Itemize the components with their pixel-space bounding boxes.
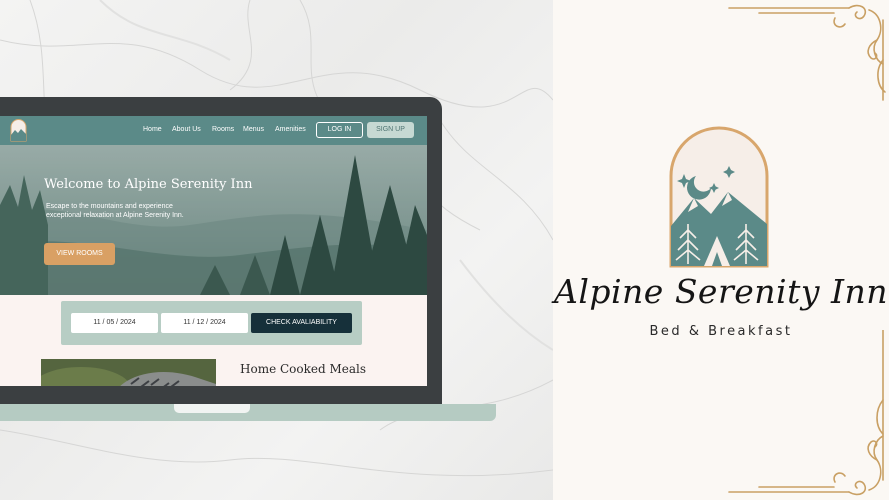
ornament-top-right-icon <box>728 4 886 101</box>
nav-link-menus[interactable]: Menus <box>243 126 264 133</box>
checkin-date-field[interactable]: 11 / 05 / 2024 <box>71 313 158 333</box>
check-availability-button[interactable]: CHECK AVALIABILITY <box>251 313 352 333</box>
hero-title: Welcome to Alpine Serenity Inn <box>44 177 253 192</box>
nav-link-home[interactable]: Home <box>143 126 162 133</box>
hero-forest-image <box>0 145 427 295</box>
meal-image <box>41 359 216 386</box>
nav-link-about[interactable]: About Us <box>172 126 201 133</box>
brand-title: Alpine Serenity Inn <box>553 272 889 311</box>
ornament-bottom-right-icon <box>728 330 884 496</box>
booking-bar: 11 / 05 / 2024 11 / 12 / 2024 CHECK AVAL… <box>61 301 362 345</box>
signup-button[interactable]: SIGN UP <box>367 122 414 138</box>
laptop-notch <box>174 404 250 413</box>
brand-panel: Alpine Serenity Inn Bed & Breakfast <box>553 0 889 500</box>
brand-emblem-icon <box>669 126 769 268</box>
checkout-date-field[interactable]: 11 / 12 / 2024 <box>161 313 248 333</box>
meals-heading: Home Cooked Meals <box>240 362 367 376</box>
hero-text: Escape to the mountains and experience e… <box>46 203 184 219</box>
hero-section: Welcome to Alpine Serenity Inn Escape to… <box>0 145 427 295</box>
view-rooms-button[interactable]: VIEW ROOMS <box>44 243 115 265</box>
nav-link-amenities[interactable]: Amenities <box>275 126 306 133</box>
nav-link-rooms[interactable]: Rooms <box>212 126 234 133</box>
website-screen: Home About Us Rooms Menus Amenities LOG … <box>0 116 427 386</box>
login-button[interactable]: LOG IN <box>316 122 363 138</box>
site-navbar: Home About Us Rooms Menus Amenities LOG … <box>0 116 427 145</box>
site-logo-icon[interactable] <box>10 119 27 142</box>
brand-tagline: Bed & Breakfast <box>649 324 793 339</box>
